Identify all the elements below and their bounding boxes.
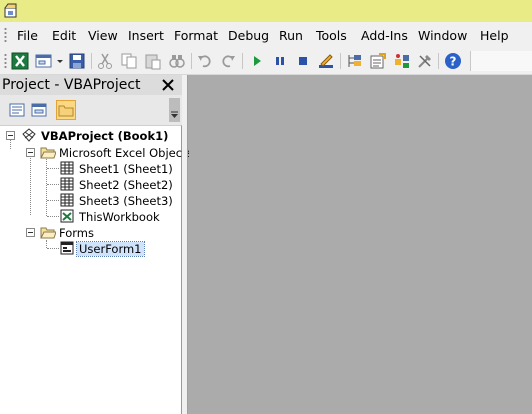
object-browser-icon[interactable] (393, 52, 411, 70)
tree-connector (47, 200, 59, 202)
toolbar-overflow-chevron[interactable] (169, 98, 180, 122)
menu-tools[interactable]: Tools (316, 28, 347, 43)
project-explorer-toolbar (0, 95, 182, 125)
tree-connector (47, 184, 59, 186)
project-explorer-header: Project - VBAProject (0, 75, 182, 95)
worksheet-icon (60, 193, 74, 207)
pane-splitter[interactable] (182, 75, 188, 414)
find-icon[interactable] (168, 52, 186, 70)
break-icon[interactable] (271, 52, 289, 70)
menu-edit[interactable]: Edit (52, 28, 76, 43)
project-explorer-icon[interactable] (346, 52, 364, 70)
toggle-folders-icon[interactable] (56, 100, 76, 120)
toolbar-empty-area (470, 51, 532, 71)
tree-collapse-toggle[interactable] (26, 228, 35, 237)
folder-open-icon (40, 227, 56, 239)
properties-icon[interactable] (369, 52, 387, 70)
menu-bar: File Edit View Insert Format Debug Run T… (0, 22, 532, 48)
close-icon[interactable] (161, 78, 175, 92)
undo-icon[interactable] (196, 52, 214, 70)
tree-item-project[interactable]: VBAProject (Book1) (41, 129, 168, 143)
vba-project-icon (22, 128, 36, 142)
insert-dropdown-icon[interactable] (55, 52, 65, 70)
tree-connector (46, 240, 48, 248)
menu-window[interactable]: Window (418, 28, 467, 43)
tree-connector (46, 156, 48, 216)
menu-run[interactable]: Run (279, 28, 303, 43)
tree-connector (47, 248, 59, 250)
tree-connector (10, 139, 12, 149)
menu-grip[interactable] (4, 27, 7, 43)
toolbar-separator (340, 53, 341, 69)
reset-icon[interactable] (294, 52, 312, 70)
toolbar-separator (91, 53, 92, 69)
tree-connector (30, 156, 32, 215)
run-icon[interactable] (248, 52, 266, 70)
title-bar (0, 0, 532, 22)
copy-icon[interactable] (120, 52, 138, 70)
menu-debug[interactable]: Debug (228, 28, 269, 43)
vba-app-icon[interactable] (3, 3, 19, 19)
project-explorer-title: Project - VBAProject (2, 77, 141, 93)
menu-view[interactable]: View (88, 28, 118, 43)
toolbar-grip[interactable] (4, 53, 7, 69)
paste-icon[interactable] (144, 52, 162, 70)
toolbar-separator (191, 53, 192, 69)
tree-item-forms[interactable]: Forms (59, 226, 94, 240)
tree-item-sheet3[interactable]: Sheet3 (Sheet3) (79, 194, 173, 208)
redo-icon[interactable] (219, 52, 237, 70)
cut-icon[interactable] (96, 52, 114, 70)
menu-add-ins[interactable]: Add-Ins (361, 28, 408, 43)
standard-toolbar: ? (0, 48, 532, 75)
worksheet-icon (60, 161, 74, 175)
tree-collapse-toggle[interactable] (6, 131, 15, 140)
tree-item-userform1[interactable]: UserForm1 (76, 241, 145, 257)
excel-icon[interactable] (11, 52, 29, 70)
menu-help[interactable]: Help (480, 28, 509, 43)
menu-format[interactable]: Format (174, 28, 218, 43)
toolbar-separator (438, 53, 439, 69)
tree-item-sheet2[interactable]: Sheet2 (Sheet2) (79, 178, 173, 192)
save-icon[interactable] (68, 52, 86, 70)
view-code-icon[interactable] (7, 100, 27, 120)
tree-connector (47, 216, 59, 218)
folder-open-icon (40, 147, 56, 159)
help-icon[interactable]: ? (444, 52, 462, 70)
workbook-icon (60, 209, 74, 223)
mdi-workspace (189, 75, 532, 414)
tree-connector (47, 168, 59, 170)
worksheet-icon (60, 177, 74, 191)
tree-item-thisworkbook[interactable]: ThisWorkbook (79, 210, 160, 224)
svg-text:?: ? (450, 55, 457, 69)
toolbar-separator (242, 53, 243, 69)
tree-item-excel-objects[interactable]: Microsoft Excel Objects (59, 146, 193, 160)
insert-userform-icon[interactable] (35, 52, 53, 70)
menu-file[interactable]: File (17, 28, 38, 43)
design-mode-icon[interactable] (317, 52, 335, 70)
toolbox-icon[interactable] (416, 52, 434, 70)
project-tree: VBAProject (Book1) Microsoft Excel Objec… (0, 125, 193, 414)
tree-item-sheet1[interactable]: Sheet1 (Sheet1) (79, 162, 173, 176)
menu-insert[interactable]: Insert (128, 28, 164, 43)
tree-collapse-toggle[interactable] (26, 148, 35, 157)
userform-icon (60, 241, 74, 255)
view-object-icon[interactable] (29, 100, 49, 120)
